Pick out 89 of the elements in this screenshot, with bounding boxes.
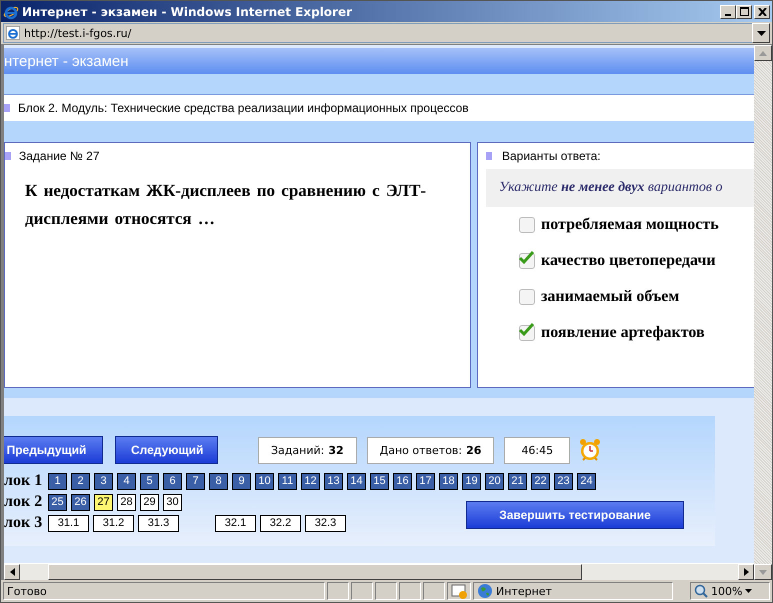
maximize-button[interactable] bbox=[736, 4, 752, 18]
option-label[interactable]: занимаемый объем bbox=[541, 288, 680, 306]
option-label[interactable]: появление артефактов bbox=[541, 324, 705, 342]
question-number-button[interactable]: 32.2 bbox=[260, 514, 301, 532]
bullet-icon bbox=[5, 152, 11, 160]
question-number-button[interactable]: 26 bbox=[71, 494, 90, 510]
alarm-clock-icon bbox=[578, 438, 602, 462]
timer: 46:45 bbox=[504, 436, 570, 464]
down-arrow-icon bbox=[759, 570, 767, 574]
question-number-button[interactable]: 17 bbox=[416, 472, 435, 490]
status-pane bbox=[351, 582, 373, 600]
caret-icon[interactable] bbox=[745, 589, 752, 593]
question-number-button[interactable]: 13 bbox=[324, 472, 343, 490]
scroll-right-button[interactable] bbox=[738, 564, 754, 580]
question-number-button[interactable]: 25 bbox=[48, 494, 67, 510]
answers-title: Варианты ответа: bbox=[502, 149, 601, 163]
counter-box: Заданий: 32 bbox=[258, 436, 357, 464]
question-number-button[interactable]: 4 bbox=[117, 472, 136, 490]
question-number-button[interactable]: 12 bbox=[301, 472, 320, 490]
checkbox[interactable] bbox=[519, 217, 535, 233]
zoom-icon[interactable] bbox=[694, 584, 708, 598]
page-icon bbox=[6, 26, 20, 40]
close-icon bbox=[758, 8, 766, 16]
question-number-button[interactable]: 5 bbox=[140, 472, 159, 490]
scroll-down-button[interactable] bbox=[754, 564, 772, 580]
url-text: http://test.i-fgos.ru/ bbox=[24, 26, 132, 40]
window-title: Интернет - экзамен - Windows Internet Explorer bbox=[22, 4, 354, 18]
question-number-button[interactable]: 20 bbox=[485, 472, 504, 490]
question-number-button[interactable]: 31.1 bbox=[48, 514, 89, 532]
checkbox[interactable] bbox=[519, 253, 535, 269]
question-number-button[interactable]: 14 bbox=[347, 472, 366, 490]
status-text: Готово bbox=[3, 582, 325, 600]
security-zone-label: Интернет bbox=[496, 584, 552, 598]
minimize-button[interactable] bbox=[720, 4, 736, 18]
status-pane bbox=[423, 582, 445, 600]
question-number-button[interactable]: 15 bbox=[370, 472, 389, 490]
question-number-button[interactable]: 3 bbox=[94, 472, 113, 490]
question-text: К недостаткам ЖК-дисплеев по сравнению с ЭЛТ-дисплеями относятся … bbox=[25, 180, 428, 230]
question-number-button[interactable]: 2 bbox=[71, 472, 90, 490]
question-number-button[interactable]: 8 bbox=[209, 472, 228, 490]
question-number-button[interactable]: 19 bbox=[462, 472, 481, 490]
question-number-button[interactable]: 30 bbox=[163, 494, 182, 510]
previous-button[interactable]: Предыдущий bbox=[4, 436, 103, 464]
question-number-button[interactable]: 6 bbox=[163, 472, 182, 490]
option-label[interactable]: потребляемая мощность bbox=[541, 216, 719, 234]
globe-icon bbox=[477, 583, 493, 599]
next-button[interactable]: Следующий bbox=[115, 436, 218, 464]
question-number-button[interactable]: 27 bbox=[94, 494, 113, 510]
question-number-button[interactable]: 22 bbox=[531, 472, 550, 490]
option-label[interactable]: качество цветопередачи bbox=[541, 252, 716, 270]
question-number-button[interactable]: 24 bbox=[577, 472, 596, 490]
question-number-button[interactable]: 7 bbox=[186, 472, 205, 490]
bullet-icon bbox=[486, 152, 492, 160]
counter-box: Дано ответов: 26 bbox=[366, 436, 494, 464]
dropdown-button[interactable] bbox=[752, 23, 770, 43]
question-number-button[interactable]: 1 bbox=[48, 472, 67, 490]
question-number-button[interactable]: 28 bbox=[117, 494, 136, 510]
status-pane bbox=[399, 582, 421, 600]
instruction-text: Укажите не менее двух вариантов о bbox=[499, 180, 722, 195]
security-warning-icon[interactable] bbox=[451, 583, 467, 599]
question-number-button[interactable]: 31.3 bbox=[138, 514, 179, 532]
close-button[interactable] bbox=[754, 4, 770, 18]
status-pane bbox=[375, 582, 397, 600]
question-number-button[interactable]: 11 bbox=[278, 472, 297, 490]
question-number-button[interactable]: 23 bbox=[554, 472, 573, 490]
question-number-button[interactable]: 16 bbox=[393, 472, 412, 490]
task-title: Задание № 27 bbox=[19, 149, 100, 163]
status-pane bbox=[327, 582, 349, 600]
up-arrow-icon bbox=[759, 50, 767, 56]
question-number-button[interactable]: 18 bbox=[439, 472, 458, 490]
caret-icon bbox=[756, 30, 766, 36]
bullet-icon bbox=[4, 104, 10, 112]
checkbox[interactable] bbox=[519, 289, 535, 305]
page-header: нтернет - экзамен bbox=[4, 48, 754, 74]
block-title: Блок 2. Модуль: Технические средства реализации информационных процессов bbox=[18, 101, 469, 115]
scroll-left-button[interactable] bbox=[4, 564, 20, 580]
address-field[interactable]: http://test.i-fgos.ru/ bbox=[3, 23, 752, 43]
checkbox[interactable] bbox=[519, 325, 535, 341]
left-arrow-icon bbox=[10, 568, 14, 576]
finish-button[interactable]: Завершить тестирование bbox=[466, 501, 684, 529]
scroll-up-button[interactable] bbox=[754, 45, 772, 61]
question-number-button[interactable]: 10 bbox=[255, 472, 274, 490]
question-number-button[interactable]: 9 bbox=[232, 472, 251, 490]
question-number-button[interactable]: 21 bbox=[508, 472, 527, 490]
question-number-button[interactable]: 32.3 bbox=[305, 514, 346, 532]
question-number-button[interactable]: 32.1 bbox=[215, 514, 256, 532]
question-number-button[interactable]: 31.2 bbox=[93, 514, 134, 532]
right-arrow-icon bbox=[744, 568, 748, 576]
question-number-button[interactable]: 29 bbox=[140, 494, 159, 510]
